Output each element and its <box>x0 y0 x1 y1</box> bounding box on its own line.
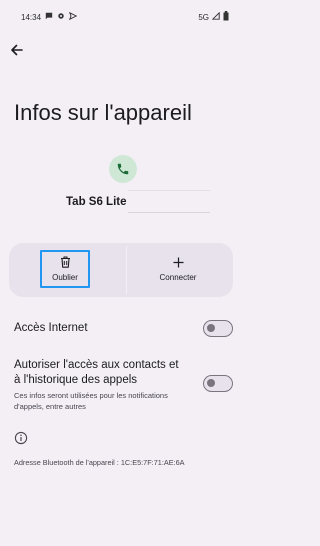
battery-icon <box>223 11 229 23</box>
signal-icon <box>211 11 220 22</box>
status-left: 14:34 <box>21 11 78 22</box>
toggle-knob <box>207 379 215 387</box>
name-field-top-line <box>128 190 210 191</box>
contacts-access-label-line1: Autoriser l'accès aux contacts et <box>14 359 179 371</box>
info-icon <box>14 431 28 445</box>
send-icon <box>68 11 78 22</box>
status-bar: 14:34 5G <box>0 0 243 34</box>
forget-button[interactable]: Oublier <box>40 250 90 288</box>
forget-button-label: Oublier <box>52 273 78 282</box>
arrow-left-icon <box>11 44 23 56</box>
chat-icon <box>45 12 53 22</box>
name-field-underline <box>128 212 210 213</box>
device-icon-badge <box>109 155 137 183</box>
back-button[interactable] <box>9 42 25 58</box>
connect-button-label: Connecter <box>159 272 197 282</box>
gear-icon <box>57 12 65 22</box>
page-title: Infos sur l'appareil <box>14 100 192 125</box>
contacts-access-toggle[interactable] <box>203 375 233 392</box>
toggle-knob <box>207 324 215 332</box>
contacts-access-description-line1: Ces infos seront utilisées pour les noti… <box>14 391 168 400</box>
contacts-access-label-line2: à l'historique des appels <box>14 374 138 386</box>
network-label: 5G <box>198 12 209 22</box>
action-divider <box>126 246 127 294</box>
status-right: 5G <box>198 11 229 23</box>
bluetooth-address: Adresse Bluetooth de l'appareil : 1C:E5:… <box>14 458 185 467</box>
device-name: Tab S6 Lite <box>66 196 127 208</box>
trash-icon <box>60 256 70 268</box>
connect-button[interactable]: Connecter <box>140 250 216 288</box>
plus-icon <box>173 257 183 267</box>
internet-access-toggle[interactable] <box>203 320 233 337</box>
internet-access-label: Accès Internet <box>14 322 88 334</box>
contacts-access-description-line2: d'appels, entre autres <box>14 402 86 411</box>
phone-icon <box>117 163 129 175</box>
status-time: 14:34 <box>21 12 42 22</box>
